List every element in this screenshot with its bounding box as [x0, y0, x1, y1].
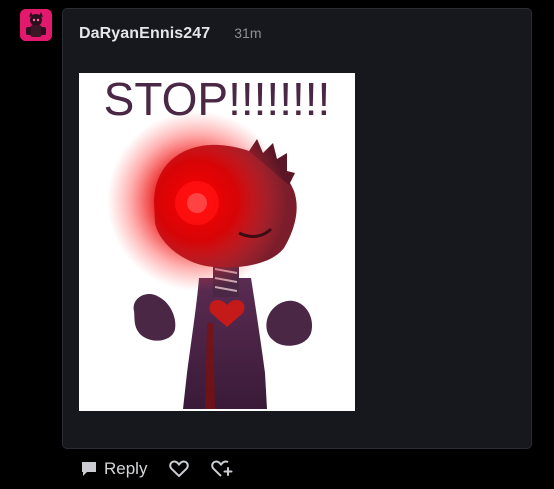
avatar-image — [20, 9, 52, 41]
page: DaRyanEnnis247 31m STOP!!!!!!!! Reply — [0, 0, 554, 489]
speech-bubble-icon — [82, 462, 96, 476]
timestamp[interactable]: 31m — [234, 25, 261, 41]
reply-button[interactable]: Reply — [80, 459, 147, 479]
repost-button[interactable] — [211, 460, 235, 478]
action-bar: Reply — [80, 455, 235, 483]
like-button[interactable] — [169, 460, 190, 478]
reply-label: Reply — [104, 459, 148, 478]
post-header: DaRyanEnnis247 31m — [79, 25, 261, 49]
heart-icon — [169, 460, 190, 477]
username-link[interactable]: DaRyanEnnis247 — [79, 25, 210, 43]
meme-illustration: STOP!!!!!!!! — [79, 73, 355, 411]
heart-repost-icon — [211, 460, 233, 477]
avatar[interactable] — [20, 9, 52, 41]
post-card: DaRyanEnnis247 31m STOP!!!!!!!! — [62, 8, 532, 449]
post-image[interactable]: STOP!!!!!!!! — [79, 73, 355, 411]
